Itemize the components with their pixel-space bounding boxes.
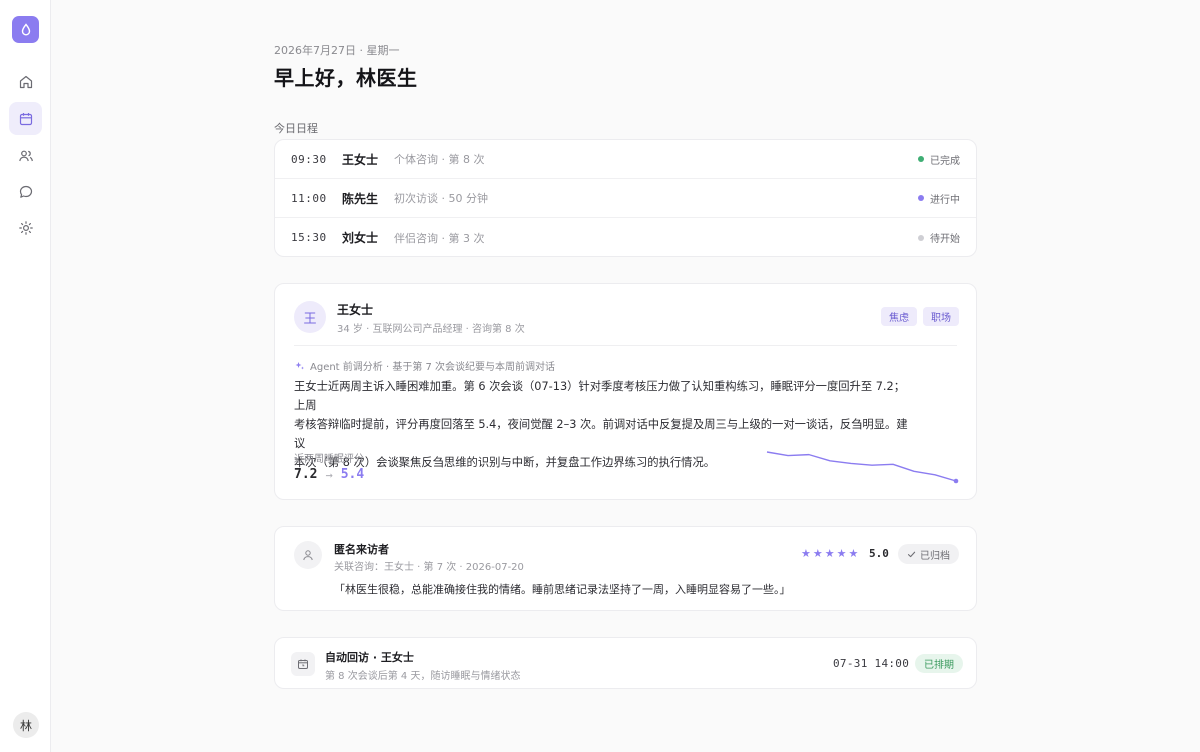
star-icon: ★ bbox=[824, 547, 835, 560]
nav-settings[interactable] bbox=[9, 211, 42, 244]
schedule-row[interactable]: 09:30 王女士 个体咨询 · 第 8 次 已完成 bbox=[275, 140, 976, 179]
agent-analysis-label: Agent 前调分析 · 基于第 7 次会谈纪要与本周前调对话 bbox=[310, 362, 556, 373]
trend-arrow: → bbox=[325, 467, 333, 482]
schedule-label: 今日日程 bbox=[274, 122, 318, 135]
calendar-clock-icon bbox=[298, 659, 308, 669]
schedule-client-name: 刘女士 bbox=[342, 231, 379, 245]
sparkline-end-point bbox=[953, 478, 959, 484]
nav-home[interactable] bbox=[9, 65, 42, 98]
schedule-desc: 个体咨询 · 第 8 次 bbox=[394, 153, 485, 166]
archived-button[interactable]: 已归档 bbox=[898, 544, 959, 564]
star-icon: ★ bbox=[836, 547, 847, 560]
divider bbox=[294, 345, 957, 346]
app-logo[interactable] bbox=[12, 16, 39, 43]
schedule-time: 09:30 bbox=[291, 152, 327, 166]
followup-title: 自动回访 · 王女士 bbox=[325, 651, 414, 664]
status-text: 进行中 bbox=[930, 194, 960, 206]
trend-values: 7.2 → 5.4 bbox=[294, 467, 364, 482]
client-brief-card: 王 王女士 34 岁 · 互联网公司产品经理 · 咨询第 8 次 焦虑 职场 A… bbox=[274, 283, 977, 500]
sun-icon bbox=[18, 220, 33, 235]
trend-from-value: 7.2 bbox=[294, 467, 318, 482]
status-badge: 已完成 bbox=[918, 152, 960, 167]
schedule-time: 15:30 bbox=[291, 231, 327, 244]
nav-messages[interactable] bbox=[9, 175, 42, 208]
check-icon bbox=[907, 551, 916, 557]
page-title: 早上好，林医生 bbox=[274, 66, 418, 90]
user-icon bbox=[303, 550, 313, 561]
tag-anxiety[interactable]: 焦虑 bbox=[881, 307, 917, 326]
status-dot bbox=[918, 234, 924, 241]
review-quote: 「林医生很稳，总能准确接住我的情绪。睡前思绪记录法坚持了一周，入睡明显容易了一些… bbox=[334, 583, 791, 596]
schedule-desc: 伴侣咨询 · 第 3 次 bbox=[394, 231, 485, 245]
status-badge: 进行中 bbox=[918, 191, 960, 206]
sleep-score-sparkline bbox=[766, 451, 959, 484]
user-avatar[interactable]: 林 bbox=[13, 712, 39, 738]
analysis-line: 考核答辩临时提前，评分再度回落至 5.4，夜间觉醒 2–3 次。前调对话中反复提… bbox=[294, 418, 908, 450]
chat-icon bbox=[19, 185, 32, 198]
star-icon: ★ bbox=[848, 547, 859, 560]
client-meta: 34 岁 · 互联网公司产品经理 · 咨询第 8 次 bbox=[337, 324, 525, 335]
star-rating: ★ ★ ★ ★ ★ bbox=[801, 547, 858, 561]
reviewer-avatar bbox=[294, 541, 322, 569]
agent-analysis-header: Agent 前调分析 · 基于第 7 次会谈纪要与本周前调对话 bbox=[295, 358, 555, 373]
sparkline-series-line bbox=[766, 451, 957, 482]
schedule-client-name: 陈先生 bbox=[342, 191, 379, 206]
schedule-row[interactable]: 15:30 刘女士 伴侣咨询 · 第 3 次 待开始 bbox=[275, 218, 976, 257]
nav-users[interactable] bbox=[9, 139, 42, 172]
rating-value: 5.0 bbox=[869, 547, 889, 560]
star-icon: ★ bbox=[812, 547, 823, 560]
followup-subtitle: 第 8 次会谈后第 4 天，随访睡眠与情绪状态 bbox=[325, 671, 521, 682]
status-text: 已完成 bbox=[930, 155, 960, 167]
status-dot bbox=[918, 156, 924, 162]
sidebar: 林 bbox=[0, 0, 51, 752]
review-meta: 关联咨询：王女士 · 第 7 次 · 2026-07-20 bbox=[334, 562, 524, 573]
calendar-icon bbox=[19, 112, 32, 125]
star-icon: ★ bbox=[801, 547, 811, 560]
client-name[interactable]: 王女士 bbox=[337, 301, 373, 318]
schedule-row[interactable]: 11:00 陈先生 初次访谈 · 50 分钟 进行中 bbox=[275, 179, 976, 218]
status-text: 待开始 bbox=[930, 234, 960, 245]
review-card: 匿名来访者 关联咨询：王女士 · 第 7 次 · 2026-07-20 ★ ★ ★ ★… bbox=[274, 526, 977, 611]
archived-label: 已归档 bbox=[920, 550, 950, 562]
scheduled-badge: 已排期 bbox=[915, 654, 963, 673]
home-icon bbox=[19, 75, 32, 88]
status-badge: 待开始 bbox=[918, 230, 960, 245]
users-icon bbox=[18, 150, 33, 161]
analysis-line: 王女士近两周主诉入睡困难加重。第 6 次会谈（07-13）针对季度考核压力做了认… bbox=[294, 380, 906, 412]
client-avatar: 王 bbox=[294, 301, 326, 333]
nav-calendar[interactable] bbox=[9, 102, 42, 135]
followup-icon-wrap bbox=[291, 652, 315, 676]
schedule-card: 09:30 王女士 个体咨询 · 第 8 次 已完成 11:00 陈先生 初次访… bbox=[274, 139, 977, 257]
reviewer-name: 匿名来访者 bbox=[334, 543, 389, 556]
trend-to-value: 5.4 bbox=[340, 467, 365, 482]
date-line: 2026年7月27日 · 星期一 bbox=[274, 44, 400, 57]
followup-card[interactable]: 自动回访 · 王女士 第 8 次会谈后第 4 天，随访睡眠与情绪状态 07-31… bbox=[274, 637, 977, 689]
drop-icon bbox=[21, 22, 30, 36]
tag-workplace[interactable]: 职场 bbox=[923, 307, 959, 326]
schedule-client-name: 王女士 bbox=[342, 152, 379, 167]
schedule-desc: 初次访谈 · 50 分钟 bbox=[394, 192, 488, 205]
status-dot bbox=[918, 195, 924, 201]
followup-time: 07-31 14:00 bbox=[833, 657, 910, 670]
trend-label: 近两周睡眠评分 bbox=[294, 454, 364, 465]
schedule-time: 11:00 bbox=[291, 191, 327, 205]
sparkle-icon bbox=[295, 361, 304, 369]
